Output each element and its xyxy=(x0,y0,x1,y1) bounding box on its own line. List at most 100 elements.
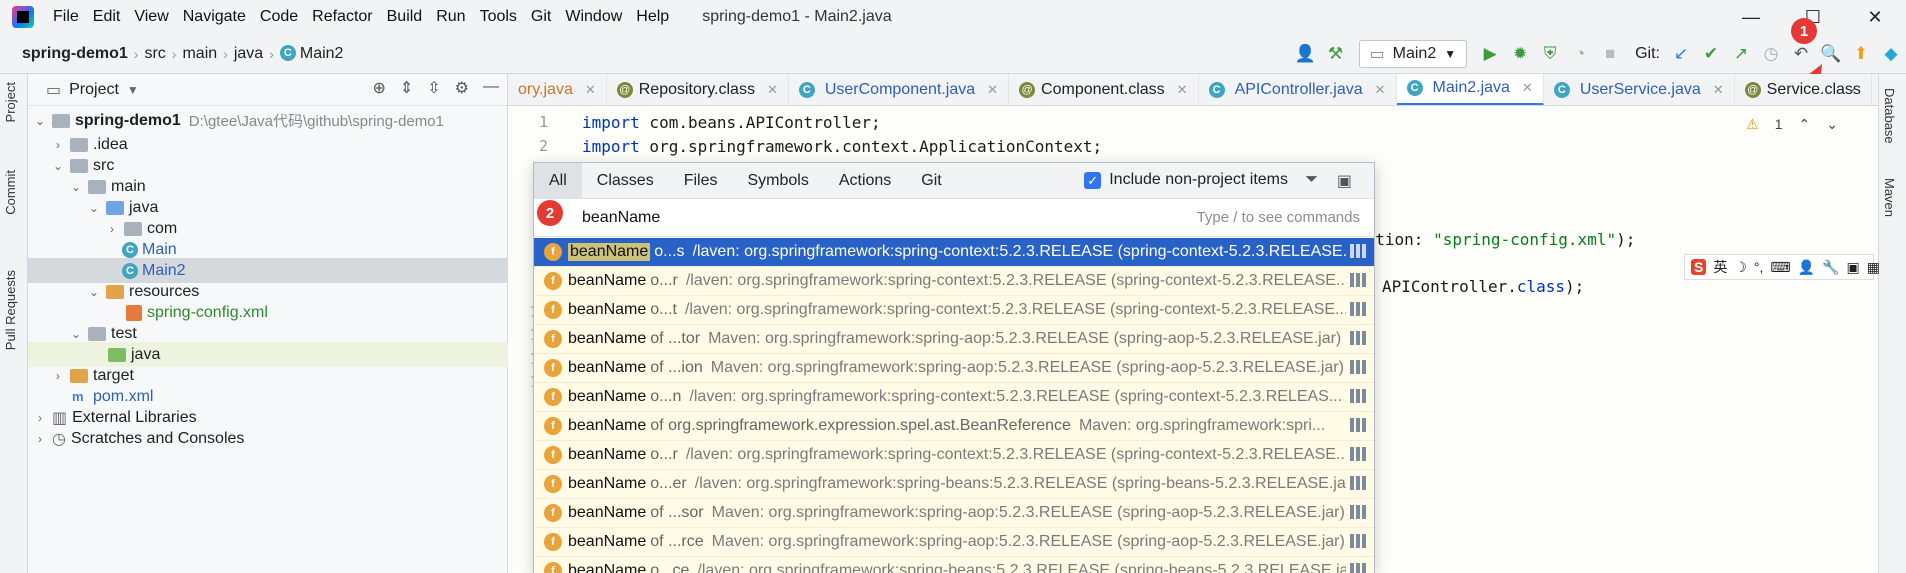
expand-all-icon[interactable]: ⇕ xyxy=(400,78,413,98)
search-result-item[interactable]: f beanName o...er/laven: org.springframewo… xyxy=(534,470,1374,499)
menu-refactor[interactable]: Refactor xyxy=(305,8,379,26)
close-icon[interactable]: ✕ xyxy=(1522,80,1533,96)
close-icon[interactable]: ✕ xyxy=(1713,82,1724,98)
tab-actions[interactable]: Actions xyxy=(824,163,906,199)
menu-file[interactable]: File xyxy=(46,8,86,26)
update-icon[interactable]: ⬆ xyxy=(1846,39,1876,69)
wrench-icon[interactable]: 🔧 xyxy=(1822,259,1839,276)
tab-main2-java[interactable]: C Main2.java ✕ xyxy=(1396,74,1544,105)
search-result-item[interactable]: f beanName of ...rce Maven: org.springframe… xyxy=(534,528,1374,557)
search-result-item[interactable]: f beanName of org.springframework.expressi… xyxy=(534,412,1374,441)
close-icon[interactable]: ✕ xyxy=(585,82,596,98)
menu-edit[interactable]: Edit xyxy=(86,8,128,26)
chevron-down-icon[interactable]: ⌄ xyxy=(86,285,102,299)
tool-tab-maven[interactable]: Maven xyxy=(1882,178,1897,217)
project-header-title[interactable]: Project xyxy=(69,81,119,99)
chevron-down-icon[interactable]: ⌄ xyxy=(32,114,48,128)
tool-tab-project[interactable]: Project xyxy=(3,82,18,122)
chinese-mode-icon[interactable]: 英 xyxy=(1713,257,1727,277)
chevron-down-icon[interactable]: ⌄ xyxy=(68,180,84,194)
chevron-right-icon[interactable]: › xyxy=(32,432,48,446)
search-result-item[interactable]: f beanName o...r/laven: org.springframewor… xyxy=(534,441,1374,470)
search-result-item[interactable]: f beanName o...n/laven: org.springframewor… xyxy=(534,383,1374,412)
search-result-item[interactable]: f beanName of ...ion Maven: org.springframe… xyxy=(534,354,1374,383)
chevron-down-icon[interactable]: ▼ xyxy=(127,83,139,97)
tab-classes[interactable]: Classes xyxy=(582,163,669,199)
tab-files[interactable]: Files xyxy=(669,163,733,199)
menu-view[interactable]: View xyxy=(127,8,175,26)
breadcrumb-src[interactable]: src xyxy=(140,45,169,63)
search-result-item[interactable]: f beanName o...r/laven: org.springframewor… xyxy=(534,267,1374,296)
tab-factory-java[interactable]: ory.java ✕ xyxy=(508,74,607,105)
hide-icon[interactable]: — xyxy=(483,78,499,98)
open-in-window-icon[interactable]: ▣ xyxy=(1337,171,1352,191)
punctuation-icon[interactable]: °, xyxy=(1754,259,1764,275)
tool-tab-pull-requests[interactable]: Pull Requests xyxy=(3,270,18,350)
run-configuration-select[interactable]: ▭ Main2 ▼ xyxy=(1358,40,1468,68)
include-non-project-checkbox[interactable]: ✓ Include non-project items xyxy=(1084,171,1288,189)
menu-window[interactable]: Window xyxy=(558,8,629,26)
close-button[interactable]: ✕ xyxy=(1844,0,1906,34)
git-commit-icon[interactable]: ✔ xyxy=(1696,39,1726,69)
breadcrumb-java[interactable]: java xyxy=(230,45,267,63)
coverage-icon[interactable]: ⛨ xyxy=(1535,39,1565,69)
tab-apicontroller-java[interactable]: C APIController.java ✕ xyxy=(1199,74,1397,105)
menu-build[interactable]: Build xyxy=(380,8,430,26)
grid-icon[interactable]: ▦ xyxy=(1867,259,1880,276)
chevron-right-icon[interactable]: › xyxy=(50,369,66,383)
debug-icon[interactable]: ✹ xyxy=(1505,39,1535,69)
close-icon[interactable]: ✕ xyxy=(1375,82,1386,98)
user-icon[interactable]: 👤 xyxy=(1798,259,1815,276)
breadcrumb-project[interactable]: spring-demo1 xyxy=(18,45,132,63)
tree-item-scratches[interactable]: › ◷ Scratches and Consoles xyxy=(28,426,508,451)
moon-icon[interactable]: ☽ xyxy=(1734,259,1747,276)
close-icon[interactable]: ✕ xyxy=(987,82,998,98)
breadcrumb-main[interactable]: main xyxy=(178,45,221,63)
search-result-item[interactable]: f beanName of ...sor Maven: org.springframe… xyxy=(534,499,1374,528)
chevron-down-icon[interactable]: ⌄ xyxy=(50,159,66,173)
build-hammer-icon[interactable]: ⚒ xyxy=(1321,39,1351,69)
search-input[interactable] xyxy=(582,208,1142,227)
tab-git[interactable]: Git xyxy=(906,163,956,199)
menu-run[interactable]: Run xyxy=(429,8,472,26)
minimize-button[interactable]: — xyxy=(1720,0,1782,34)
profile-icon[interactable]: ◔ xyxy=(1565,39,1595,69)
tab-usercomponent-java[interactable]: C UserComponent.java ✕ xyxy=(789,74,1010,105)
chevron-down-icon[interactable]: ⌄ xyxy=(1826,116,1838,133)
search-result-item[interactable]: f beanName o...ce/laven: org.springframewo… xyxy=(534,557,1374,573)
menu-tools[interactable]: Tools xyxy=(473,8,524,26)
jetbrains-icon[interactable]: ◆ xyxy=(1876,39,1906,69)
skin-icon[interactable]: ▣ xyxy=(1847,259,1860,276)
git-update-icon[interactable]: ↙ xyxy=(1666,39,1696,69)
settings-gear-icon[interactable]: ⚙ xyxy=(455,78,469,98)
tab-all[interactable]: All xyxy=(534,162,582,199)
keyboard-icon[interactable]: ⌨ xyxy=(1770,259,1790,276)
chevron-right-icon[interactable]: › xyxy=(32,411,48,425)
search-result-item[interactable]: f beanName o...t/laven: org.springframewor… xyxy=(534,296,1374,325)
stop-icon[interactable]: ■ xyxy=(1595,39,1625,69)
tab-component-class[interactable]: @ Component.class ✕ xyxy=(1009,74,1199,105)
tabs-overflow-chevron-icon[interactable]: ⌄ xyxy=(1846,80,1857,96)
tab-symbols[interactable]: Symbols xyxy=(732,163,823,199)
menu-git[interactable]: Git xyxy=(524,8,558,26)
run-icon[interactable]: ▶ xyxy=(1475,39,1505,69)
sogou-logo-icon[interactable]: S xyxy=(1691,259,1707,275)
close-icon[interactable]: ✕ xyxy=(1177,82,1188,98)
menu-code[interactable]: Code xyxy=(253,8,305,26)
close-icon[interactable]: ✕ xyxy=(767,82,778,98)
search-result-item[interactable]: f beanName o...s/laven: org.springframewor… xyxy=(534,238,1374,267)
tree-item-project-root[interactable]: ⌄ spring-demo1 D:\gtee\Java代码\github\spr… xyxy=(28,108,508,133)
chevron-right-icon[interactable]: › xyxy=(50,138,66,152)
breadcrumb-main2[interactable]: C Main2 xyxy=(276,45,348,63)
tab-repository-class[interactable]: @ Repository.class ✕ xyxy=(607,74,789,105)
chevron-up-icon[interactable]: ⌃ xyxy=(1799,116,1811,133)
chevron-down-icon[interactable]: ⌄ xyxy=(68,327,84,341)
locate-icon[interactable]: ⊕ xyxy=(372,78,385,98)
editor-inspection-status[interactable]: ⚠ 1 ⌃ ⌄ xyxy=(1746,116,1838,133)
tool-tab-commit[interactable]: Commit xyxy=(3,170,18,215)
tab-userservice-java[interactable]: C UserService.java ✕ xyxy=(1544,74,1735,105)
chevron-right-icon[interactable]: › xyxy=(104,222,120,236)
chevron-down-icon[interactable]: ⌄ xyxy=(86,201,102,215)
user-icon[interactable]: 👤 xyxy=(1291,39,1321,69)
search-result-item[interactable]: f beanName of ...tor Maven: org.springframe… xyxy=(534,325,1374,354)
